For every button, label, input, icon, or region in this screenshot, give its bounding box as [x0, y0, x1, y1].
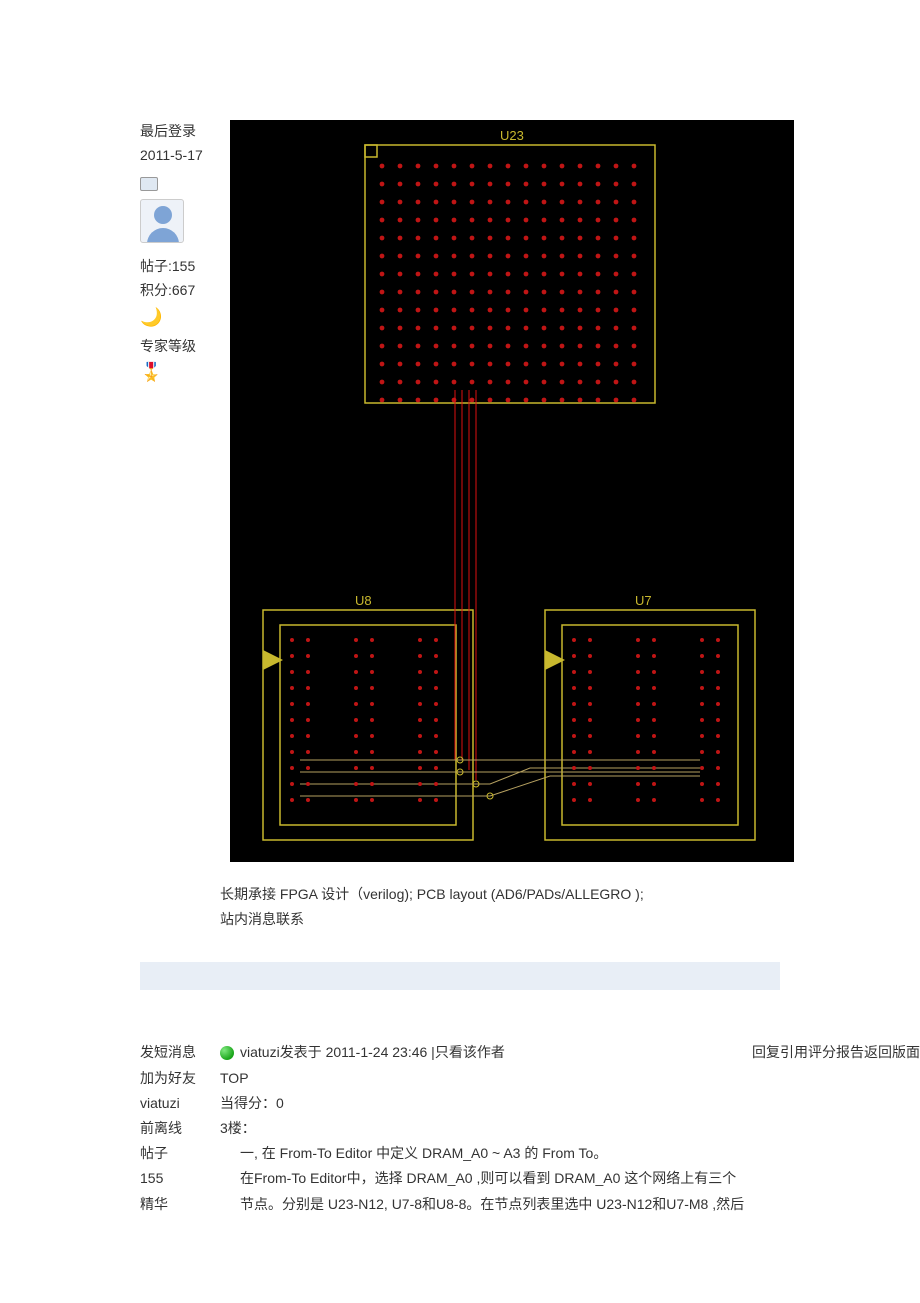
offline-status: 前离线 — [140, 1116, 210, 1141]
essence-label: 精华 — [140, 1192, 210, 1217]
sig-line2: 站内消息联系 — [220, 907, 920, 932]
avatar[interactable] — [140, 199, 184, 243]
signature-block: 长期承接 FPGA 设计（verilog); PCB layout (AD6/P… — [140, 882, 920, 932]
sig-line1: 长期承接 FPGA 设计（verilog); PCB layout (AD6/P… — [220, 882, 920, 907]
u23-label: U23 — [500, 128, 524, 143]
body-line-3: 节点。分别是 U23-N12, U7-8和U8-8。在节点列表里选中 U23-N… — [240, 1192, 920, 1217]
u8-label: U8 — [355, 593, 372, 608]
posts-value2: 155 — [140, 1166, 210, 1191]
username-left[interactable]: viatuzi — [140, 1091, 210, 1116]
posts-line: 帖子:155 — [140, 255, 220, 279]
add-friend-link[interactable]: 加为好友 — [140, 1066, 210, 1091]
pcb-layout-image: U23 U8 — [230, 120, 794, 862]
post2-left-col: 发短消息 加为好友 viatuzi 前离线 帖子 155 精华 — [140, 1040, 210, 1216]
user-sidebar: 最后登录 2011-5-17 帖子:155 积分:667 🌙 专家等级 🎖️ — [140, 120, 220, 390]
top-link[interactable]: TOP — [220, 1066, 920, 1091]
expert-level-label: 专家等级 — [140, 335, 220, 359]
moon-icon: 🌙 — [140, 308, 162, 326]
author-link[interactable]: viatuzi — [240, 1044, 280, 1060]
online-status-icon — [220, 1046, 234, 1060]
profile-card-icon — [140, 177, 158, 191]
post-time: 2011-1-24 23:46 — [326, 1044, 428, 1060]
last-login-value: 2011-5-17 — [140, 144, 220, 168]
last-login-label: 最后登录 — [140, 120, 220, 144]
body-line-1: 一, 在 From-To Editor 中定义 DRAM_A0 ~ A3 的 F… — [240, 1141, 920, 1166]
send-pm-link[interactable]: 发短消息 — [140, 1040, 210, 1065]
post-separator — [140, 962, 780, 990]
score-line: 当得分：0 — [220, 1091, 920, 1116]
points-line: 积分:667 — [140, 279, 220, 303]
post-actions[interactable]: 回复引用评分报告返回版面 — [752, 1040, 920, 1065]
only-author-link[interactable]: 只看该作者 — [435, 1044, 505, 1060]
u7-label: U7 — [635, 593, 652, 608]
posts-label2: 帖子 — [140, 1141, 210, 1166]
body-line-2: 在From-To Editor中，选择 DRAM_A0 ,则可以看到 DRAM_… — [240, 1166, 920, 1191]
floor-label: 3楼： — [220, 1116, 920, 1141]
badge-icon: 🎖️ — [140, 363, 162, 381]
post-meta: viatuzi发表于 2011-1-24 23:46 |只看该作者 回复引用评分… — [220, 1040, 920, 1065]
